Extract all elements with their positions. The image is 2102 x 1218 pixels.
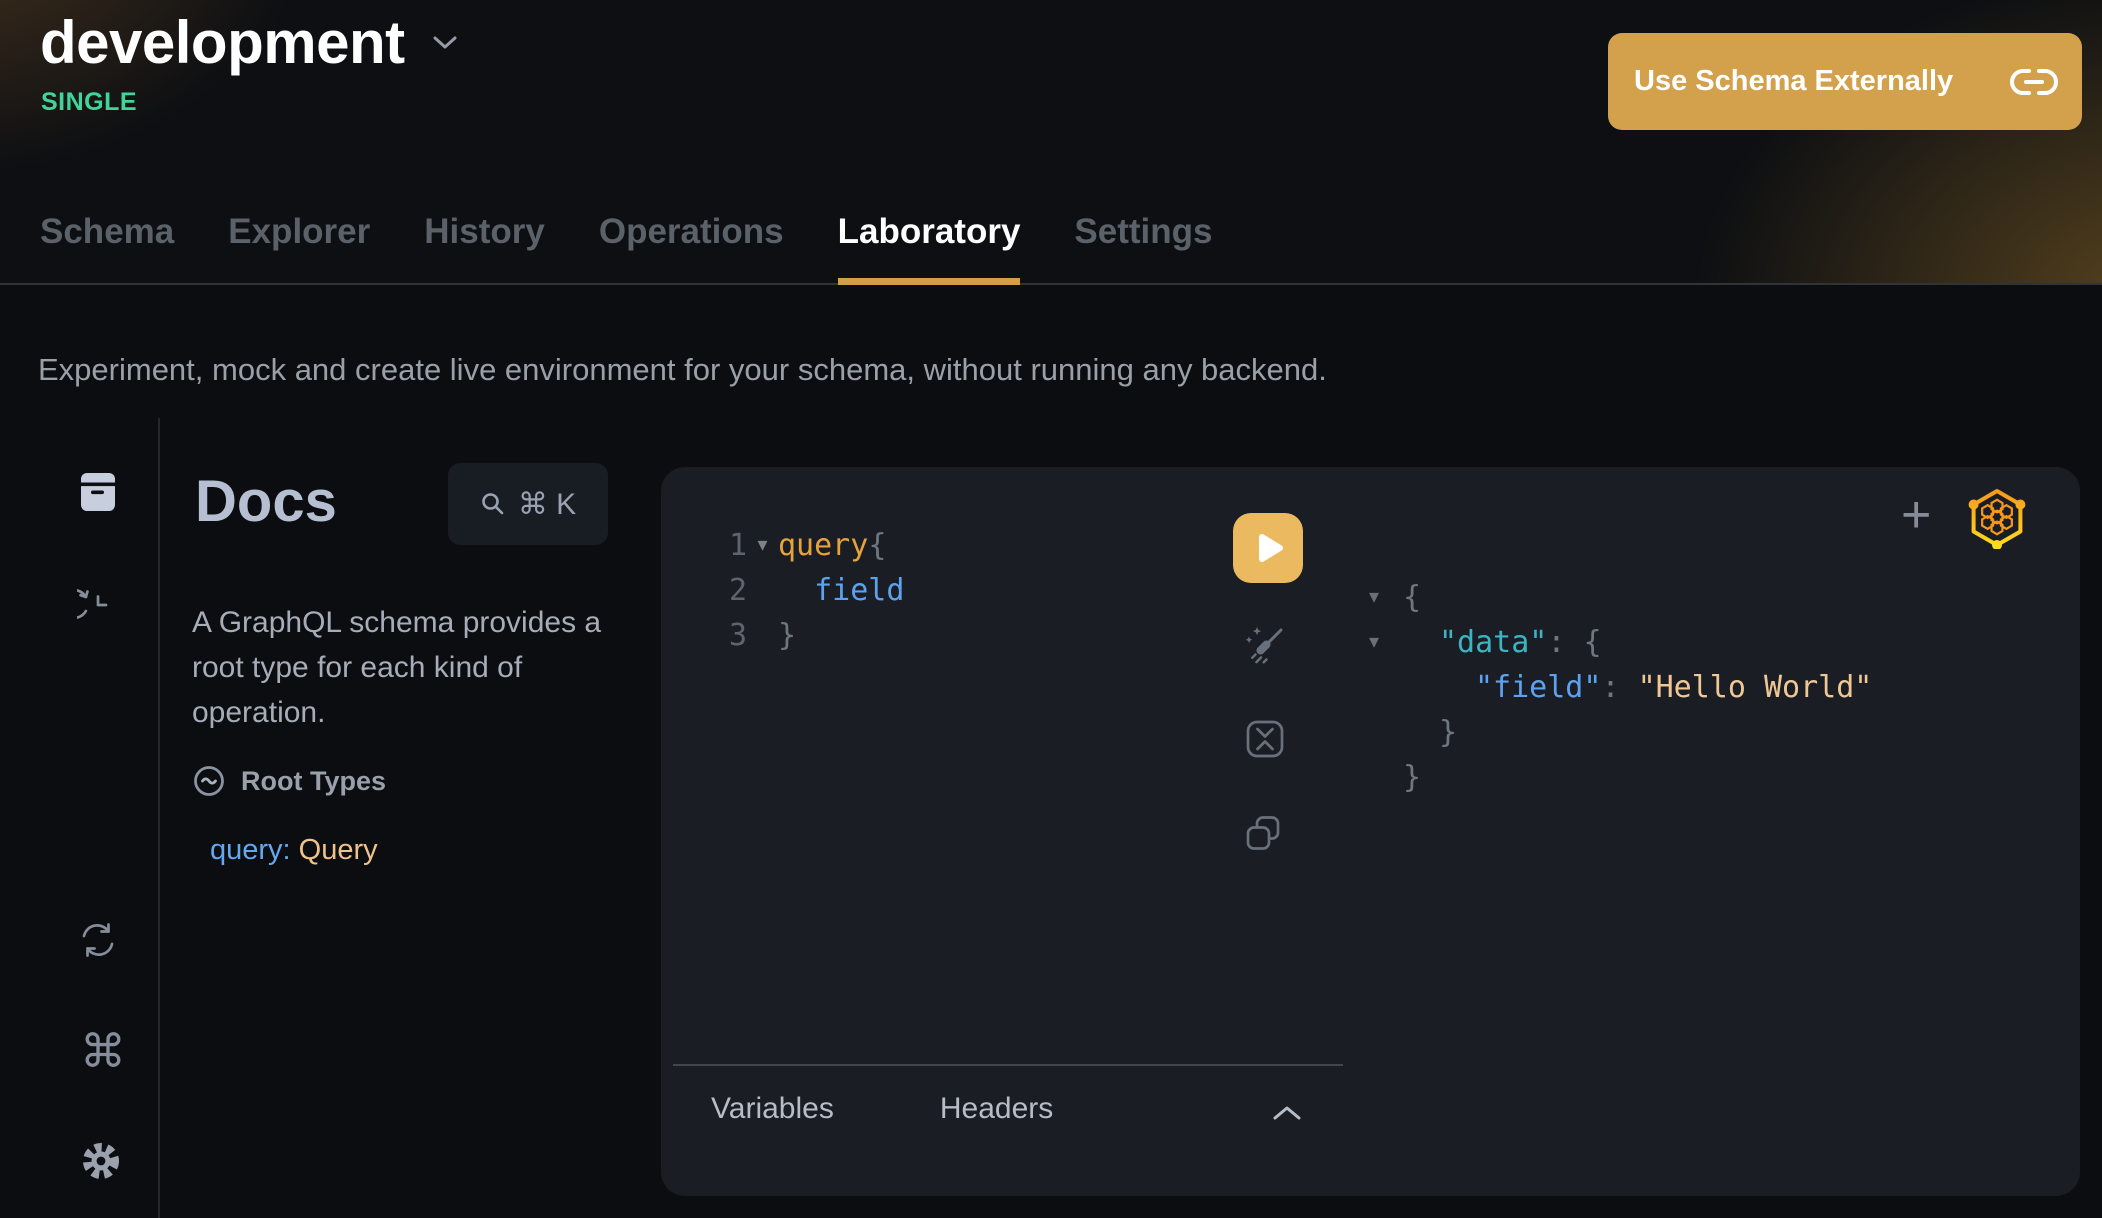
laboratory-card: 1▾query{2 field3} (661, 467, 2080, 1196)
response-line: ▾"data": { (1369, 620, 1872, 665)
code-text: field (778, 568, 904, 613)
settings-gear-icon[interactable] (79, 1139, 123, 1188)
editor-bottom-divider (673, 1064, 1343, 1066)
editor-line[interactable]: 2 field (661, 568, 904, 613)
fold-toggle-icon (747, 613, 778, 658)
docs-search-button[interactable]: ⌘ K (448, 463, 608, 545)
fold-toggle-icon (1369, 665, 1403, 710)
root-type-type: Query (299, 834, 378, 866)
prettify-icon[interactable] (1243, 623, 1289, 674)
response-viewer: ▾{▾"data": {"field": "Hello World"}} (1369, 575, 1872, 800)
search-icon (480, 491, 506, 517)
fold-toggle-icon[interactable]: ▾ (747, 523, 778, 568)
execute-query-button[interactable] (1233, 513, 1303, 583)
editor-line[interactable]: 1▾query{ (661, 523, 904, 568)
merge-fragments-icon[interactable] (1243, 717, 1287, 766)
fold-toggle-icon (1369, 710, 1403, 755)
project-switcher[interactable]: development (40, 10, 457, 76)
response-line: } (1369, 710, 1872, 755)
sidebar-divider (158, 418, 160, 1218)
json-text: } (1403, 755, 1421, 800)
collapse-panel-button[interactable] (1273, 1105, 1301, 1124)
copy-icon[interactable] (1243, 813, 1283, 858)
editor-line[interactable]: 3} (661, 613, 904, 658)
reload-icon[interactable] (79, 921, 117, 964)
root-types-section: Root Types (193, 765, 386, 797)
bottom-tab-headers[interactable]: Headers (940, 1092, 1053, 1126)
docs-book-icon[interactable] (80, 472, 116, 517)
environment-badge: SINGLE (41, 88, 137, 117)
root-types-icon (193, 765, 225, 797)
chevron-up-icon (1273, 1105, 1301, 1121)
main-tabs: Schema Explorer History Operations Laborator… (40, 206, 1213, 285)
root-type-separator: : (283, 834, 299, 866)
bottom-tabs: Variables Headers (711, 1092, 1053, 1126)
hive-logo-icon[interactable] (1967, 487, 2027, 554)
response-line: ▾{ (1369, 575, 1872, 620)
tab-operations[interactable]: Operations (599, 206, 784, 285)
bottom-tab-variables[interactable]: Variables (711, 1092, 834, 1126)
line-number: 2 (661, 568, 747, 613)
root-type-query-link[interactable]: query: Query (210, 834, 378, 867)
json-text: "data": { (1403, 620, 1602, 665)
use-schema-externally-button[interactable]: Use Schema Externally (1608, 33, 2082, 130)
chevron-down-icon[interactable] (433, 36, 457, 51)
line-number: 1 (661, 523, 747, 568)
docs-title: Docs (195, 468, 337, 535)
line-number: 3 (661, 613, 747, 658)
tab-settings[interactable]: Settings (1074, 206, 1212, 285)
fold-toggle-icon (747, 568, 778, 613)
history-icon[interactable] (77, 584, 119, 629)
json-text: "field": "Hello World" (1403, 665, 1872, 710)
add-tab-button[interactable]: + (1901, 489, 1931, 541)
code-text: query{ (778, 523, 886, 568)
fold-toggle-icon (1369, 755, 1403, 800)
page-header: development SINGLE Use Schema Externally… (0, 0, 2102, 285)
tab-explorer[interactable]: Explorer (228, 206, 370, 285)
json-text: } (1403, 710, 1457, 755)
search-shortcut-label: ⌘ K (518, 487, 576, 522)
use-schema-externally-label: Use Schema Externally (1634, 65, 1953, 98)
response-line: } (1369, 755, 1872, 800)
command-shortcuts-icon[interactable]: ⌘ (80, 1028, 126, 1074)
project-name: development (40, 10, 405, 76)
root-type-name: query (210, 834, 283, 866)
code-text: } (778, 613, 796, 658)
play-icon (1249, 529, 1287, 567)
tab-schema[interactable]: Schema (40, 206, 174, 285)
link-icon (2010, 67, 2058, 97)
root-types-label: Root Types (241, 766, 386, 797)
fold-toggle-icon[interactable]: ▾ (1369, 575, 1403, 620)
fold-toggle-icon[interactable]: ▾ (1369, 620, 1403, 665)
page-description: Experiment, mock and create live environ… (38, 352, 1327, 388)
response-line: "field": "Hello World" (1369, 665, 1872, 710)
docs-description: A GraphQL schema provides a root type fo… (192, 600, 637, 735)
query-editor[interactable]: 1▾query{2 field3} (661, 523, 904, 658)
tab-laboratory[interactable]: Laboratory (838, 206, 1021, 285)
json-text: { (1403, 575, 1421, 620)
tab-history[interactable]: History (424, 206, 545, 285)
